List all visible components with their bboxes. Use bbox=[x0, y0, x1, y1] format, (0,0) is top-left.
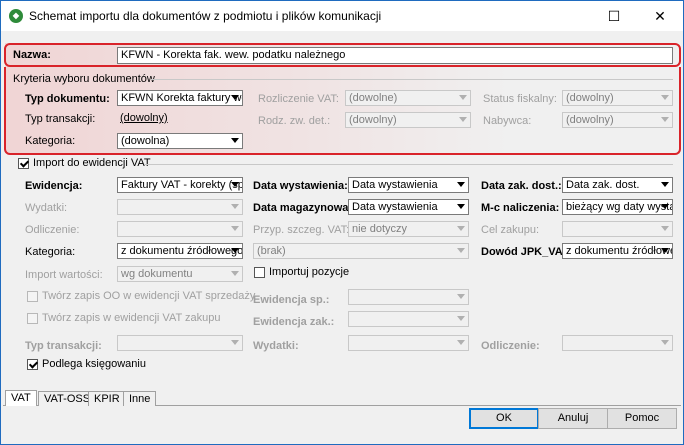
mc-naliczenia-dropdown[interactable]: bieżący wg daty wysta bbox=[562, 199, 673, 215]
odliczenie2-label: Odliczenie: bbox=[481, 340, 540, 352]
mc-naliczenia-label: M-c naliczenia: bbox=[481, 202, 560, 214]
data-wystawienia-label: Data wystawienia: bbox=[253, 180, 348, 192]
typ-transakcji-vat-dropdown[interactable] bbox=[117, 335, 243, 351]
rozliczenie-vat-dropdown[interactable]: (dowolne) bbox=[345, 90, 471, 106]
pomoc-button[interactable]: Pomoc bbox=[607, 408, 677, 429]
ok-button[interactable]: OK bbox=[469, 408, 539, 429]
odliczenie2-dropdown[interactable] bbox=[562, 335, 673, 351]
odliczenie-label: Odliczenie: bbox=[25, 224, 80, 236]
maximize-icon[interactable]: ☐ bbox=[591, 1, 637, 31]
typ-dokumentu-label: Typ dokumentu: bbox=[25, 93, 110, 105]
import-vat-label: Import do ewidencji VAT bbox=[33, 157, 151, 169]
podlega-ksiegowaniu-checkbox[interactable] bbox=[27, 359, 38, 370]
kategoria-vat-label: Kategoria: bbox=[25, 246, 76, 258]
dialog-window: ◆ Schemat importu dla dokumentów z podmi… bbox=[0, 0, 684, 445]
podlega-ksiegowaniu-label: Podlega księgowaniu bbox=[42, 358, 146, 370]
tworz-sprzedazy-label: Twórz zapis OO w ewidencji VAT sprzedaży bbox=[42, 290, 256, 302]
typ-transakcji-link[interactable]: (dowolny) bbox=[120, 112, 168, 124]
import-wartosci-label: Import wartości: bbox=[25, 269, 103, 281]
rodz-zw-det-label: Rodz. zw. det.: bbox=[258, 115, 331, 127]
kategoria-label: Kategoria: bbox=[25, 135, 76, 147]
wydatki-dropdown[interactable] bbox=[117, 199, 243, 215]
data-zak-dost-dropdown[interactable]: Data zak. dost. bbox=[562, 177, 673, 193]
tab-inne[interactable]: Inne bbox=[123, 391, 157, 406]
rozliczenie-vat-label: Rozliczenie VAT: bbox=[258, 93, 339, 105]
przyp-szczeg-label: Przyp. szczeg. VAT: bbox=[253, 224, 350, 236]
kategoria-dropdown[interactable]: (dowolna) bbox=[117, 133, 243, 149]
odliczenie-dropdown[interactable] bbox=[117, 221, 243, 237]
tworz-zakupu-label: Twórz zapis w ewidencji VAT zakupu bbox=[42, 312, 221, 324]
importuj-pozycje-label: Importuj pozycje bbox=[269, 266, 350, 278]
cel-zakupu-label: Cel zakupu: bbox=[481, 224, 540, 236]
tworz-zakupu-checkbox[interactable] bbox=[27, 313, 38, 324]
dowod-jpk-label: Dowód JPK_VAT: bbox=[481, 246, 572, 258]
title-bar: ◆ Schemat importu dla dokumentów z podmi… bbox=[1, 1, 683, 31]
ewidencja-label: Ewidencja: bbox=[25, 180, 83, 192]
ewidencja-sp-dropdown[interactable] bbox=[348, 289, 469, 305]
ewidencja-sp-label: Ewidencja sp.: bbox=[253, 294, 330, 306]
wydatki-label: Wydatki: bbox=[25, 202, 68, 214]
status-fiskalny-dropdown[interactable]: (dowolny) bbox=[562, 90, 673, 106]
ewidencja-zak-dropdown[interactable] bbox=[348, 311, 469, 327]
anuluj-button[interactable]: Anuluj bbox=[538, 408, 608, 429]
cel-zakupu-dropdown[interactable] bbox=[562, 221, 673, 237]
rodz-zw-det-dropdown[interactable]: (dowolny) bbox=[345, 112, 471, 128]
data-zak-dost-label: Data zak. dost.: bbox=[481, 180, 562, 192]
wydatki2-dropdown[interactable] bbox=[348, 335, 469, 351]
kryteria-divider bbox=[151, 79, 673, 80]
status-fiskalny-label: Status fiskalny: bbox=[483, 93, 557, 105]
nabywca-label: Nabywca: bbox=[483, 115, 532, 127]
import-vat-divider bbox=[144, 164, 673, 165]
nabywca-dropdown[interactable]: (dowolny) bbox=[562, 112, 673, 128]
nazwa-label: Nazwa: bbox=[13, 49, 51, 61]
import-wartosci-dropdown[interactable]: wg dokumentu bbox=[117, 266, 243, 282]
przyp-szczeg-dropdown[interactable]: nie dotyczy bbox=[348, 221, 469, 237]
data-magazynowa-dropdown[interactable]: Data wystawienia bbox=[348, 199, 469, 215]
nazwa-input[interactable]: KFWN - Korekta fak. wew. podatku należne… bbox=[117, 47, 673, 64]
app-logo-icon: ◆ bbox=[9, 9, 23, 23]
kategoria-vat-dropdown[interactable]: z dokumentu źródłowego bbox=[117, 243, 243, 259]
window-title: Schemat importu dla dokumentów z podmiot… bbox=[29, 9, 382, 23]
data-wystawienia-dropdown[interactable]: Data wystawienia bbox=[348, 177, 469, 193]
typ-transakcji-vat-label: Typ transakcji: bbox=[25, 340, 102, 352]
tworz-sprzedazy-checkbox[interactable] bbox=[27, 291, 38, 302]
dowod-jpk-dropdown[interactable]: z dokumentu źródłowe bbox=[562, 243, 673, 259]
tab-vat[interactable]: VAT bbox=[5, 390, 37, 406]
importuj-pozycje-checkbox[interactable] bbox=[254, 267, 265, 278]
brak-dropdown[interactable]: (brak) bbox=[253, 243, 469, 259]
data-magazynowa-label: Data magazynowa: bbox=[253, 202, 353, 214]
wydatki2-label: Wydatki: bbox=[253, 340, 299, 352]
tab-kpir[interactable]: KPIR bbox=[88, 391, 126, 406]
close-icon[interactable]: ✕ bbox=[637, 1, 683, 31]
ewidencja-zak-label: Ewidencja zak.: bbox=[253, 316, 335, 328]
kryteria-section-label: Kryteria wyboru dokumentów bbox=[13, 73, 155, 85]
ewidencja-dropdown[interactable]: Faktury VAT - korekty (sp bbox=[117, 177, 243, 193]
typ-dokumentu-dropdown[interactable]: KFWN Korekta faktury we bbox=[117, 90, 243, 106]
typ-transakcji-label: Typ transakcji: bbox=[25, 113, 96, 125]
import-vat-checkbox[interactable] bbox=[18, 158, 29, 169]
